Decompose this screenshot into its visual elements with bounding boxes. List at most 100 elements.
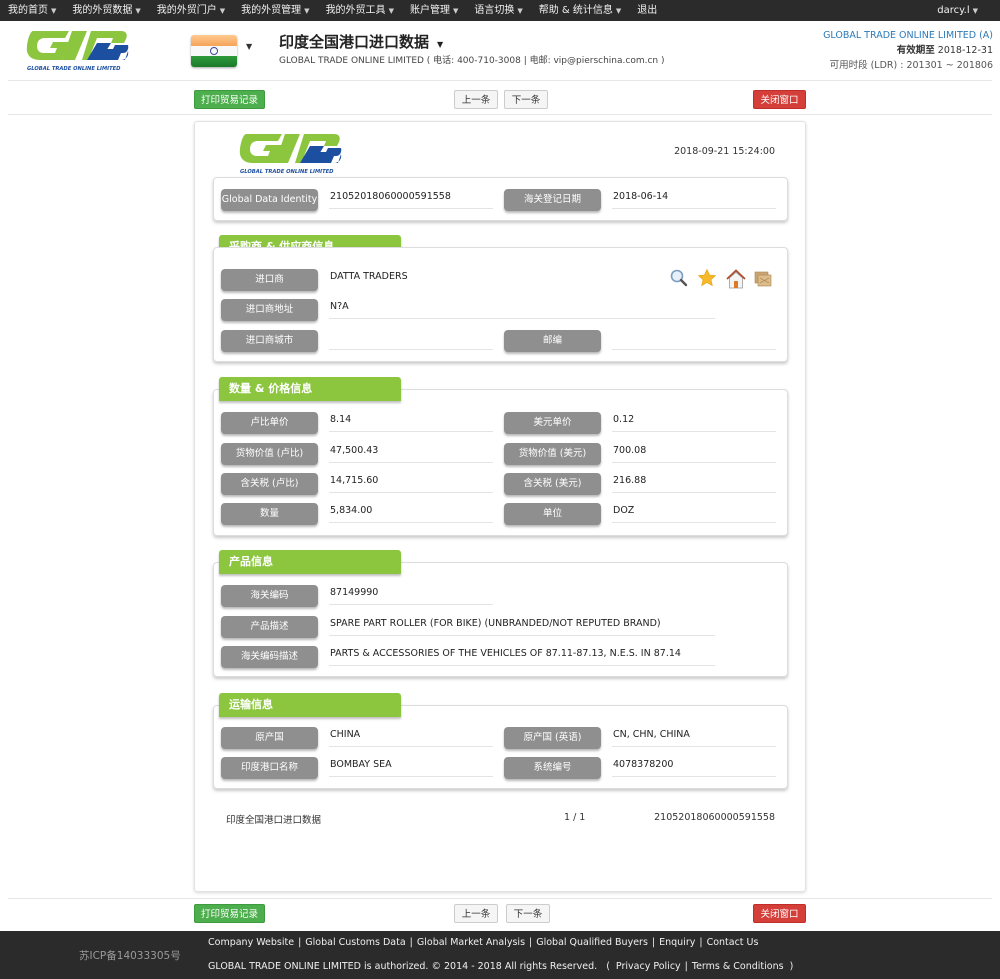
nav-item-logout[interactable]: 退出 [629,0,665,21]
field-label-hs-code: 海关编码 [221,585,318,607]
valid-until-label: 有效期至 [896,45,935,56]
contact-info: GLOBAL TRADE ONLINE LIMITED ( 电话: 400-71… [279,56,665,66]
gto-logo: GLOBAL TRADE ONLINE LIMITED [239,134,342,175]
separator: | [699,937,703,948]
footer-link-terms-conditions[interactable]: Terms & Conditions [692,961,784,972]
record-card: GLOBAL TRADE ONLINE LIMITED 2018-09-21 1… [194,121,806,892]
caret-down-icon: ▼ [304,6,310,15]
copyright-text: GLOBAL TRADE ONLINE LIMITED is authorize… [208,961,598,972]
footer-link-global-qualified-buyers[interactable]: Global Qualified Buyers [536,937,648,948]
field-label-inr-value: 货物价值 (卢比) [221,443,318,465]
nav-item-trade-tools[interactable]: 我的外贸工具 ▼ [318,0,402,22]
record-pager: 1 / 1 [564,812,586,823]
field-label-inr-duty: 含关税 (卢比) [221,473,318,495]
close-window-button[interactable]: 关闭窗口 [753,90,806,109]
caret-down-icon: ▼ [388,6,394,15]
next-record-button-bottom[interactable]: 下一条 [506,904,550,923]
footer-link-enquiry[interactable]: Enquiry [659,937,695,948]
valid-until-date: 2018-12-31 [937,45,993,56]
caret-down-icon: ▼ [452,6,459,15]
field-label-unit: 单位 [504,503,601,525]
caret-down-icon: ▼ [517,6,523,15]
footer-link-company-website[interactable]: Company Website [208,937,294,948]
nav-label: 语言切换 [474,4,515,16]
field-value-usd-duty: 216.88 [612,471,776,493]
user-menu[interactable]: darcy.l ▼ [929,0,1000,22]
nav-label: 退出 [637,5,658,16]
page-header: GLOBAL TRADE ONLINE LIMITED ▼ 印度全国港口进口数据… [0,21,1000,79]
field-label-quantity: 数量 [221,503,318,525]
field-value-inr-duty: 14,715.60 [329,471,493,493]
nav-label: 帮助 & 统计信息 [538,4,613,16]
field-value-hs-description: PARTS & ACCESSORIES OF THE VEHICLES OF 8… [329,644,715,666]
copyright: GLOBAL TRADE ONLINE LIMITED is authorize… [208,961,799,972]
account-info: GLOBAL TRADE ONLINE LIMITED (A) 有效期至 201… [823,28,993,73]
separator: | [684,961,688,972]
nav-label: 我的外贸门户 [156,4,217,16]
folder-icon[interactable] [753,268,773,288]
nav-label: 我的外贸数据 [72,4,133,16]
country-dropdown-caret-icon[interactable]: ▼ [246,42,252,51]
separator: | [529,937,533,948]
field-label-indian-port: 印度港口名称 [221,757,318,779]
transport-panel: 原产国 CHINA 原产国 (英语) CN, CHN, CHINA 印度港口名称… [213,705,788,789]
print-record-button[interactable]: 打印贸易记录 [194,90,265,109]
footer-link-global-market-analysis[interactable]: Global Market Analysis [417,937,525,948]
field-label-gdi: Global Data Identity [221,189,318,211]
field-label-origin-country-en: 原产国 (英语) [504,727,601,749]
logo-text: GLOBAL TRADE ONLINE LIMITED [27,66,121,72]
field-label-customs-date: 海关登记日期 [504,189,601,211]
field-label-usd-unit-price: 美元单价 [504,412,601,434]
previous-record-button[interactable]: 上一条 [454,90,498,109]
toolbar-divider [8,114,992,115]
paren-close: ) [789,961,794,972]
dataset-title[interactable]: 印度全国港口进口数据 ▼ [279,31,443,52]
field-value-importer-address: N?A [329,297,715,319]
star-icon[interactable] [697,268,717,288]
importer-actions [669,268,773,289]
bottom-toolbar-divider [8,898,992,899]
field-value-usd-value: 700.08 [612,441,776,463]
nav-label: 账户管理 [409,4,450,16]
field-value-gdi: 21052018060000591558 [329,187,493,209]
print-record-button-bottom[interactable]: 打印贸易记录 [194,904,265,923]
footer-links: Company Website | Global Customs Data | Glob… [208,937,758,948]
previous-record-button-bottom[interactable]: 上一条 [454,904,498,923]
field-value-customs-date: 2018-06-14 [612,187,776,209]
field-label-importer-city: 进口商城市 [221,330,318,352]
product-panel: 海关编码 87149990 产品描述 SPARE PART ROLLER (FO… [213,562,788,677]
identity-panel: Global Data Identity 2105201806000059155… [213,177,788,221]
record-footer-id: 21052018060000591558 [654,812,775,823]
nav-item-home[interactable]: 我的首页 ▼ [0,0,64,22]
footer-link-contact-us[interactable]: Contact Us [707,937,759,948]
footer-link-global-customs-data[interactable]: Global Customs Data [305,937,405,948]
nav-label: 我的外贸工具 [325,4,386,16]
field-value-origin-country: CHINA [329,725,493,747]
valid-until: 有效期至 2018-12-31 [823,43,993,58]
close-window-button-bottom[interactable]: 关闭窗口 [753,904,806,923]
field-value-unit: DOZ [612,501,776,523]
next-record-button[interactable]: 下一条 [504,90,548,109]
nav-item-trade-portal[interactable]: 我的外贸门户 ▼ [149,0,233,22]
nav-item-language[interactable]: 语言切换 ▼ [466,0,530,22]
username: darcy.l [937,4,970,16]
field-label-usd-duty: 含关税 (美元) [504,473,601,495]
india-flag-icon[interactable] [191,35,237,67]
footer-link-privacy-policy[interactable]: Privacy Policy [616,961,681,972]
nav-item-help-stats[interactable]: 帮助 & 统计信息 ▼ [531,0,630,22]
gto-logo[interactable]: GLOBAL TRADE ONLINE LIMITED [25,29,130,73]
field-label-system-number: 系统编号 [504,757,601,779]
nav-label: 我的外贸管理 [241,4,302,16]
field-value-quantity: 5,834.00 [329,501,493,523]
nav-label: 我的首页 [8,4,48,16]
nav-item-trade-data[interactable]: 我的外贸数据 ▼ [64,0,148,22]
paren-open: ( [606,961,610,972]
record-timestamp: 2018-09-21 15:24:00 [674,146,775,157]
nav-item-trade-management[interactable]: 我的外贸管理 ▼ [233,0,317,22]
field-label-zip: 邮编 [504,330,601,352]
nav-item-account[interactable]: 账户管理 ▼ [402,0,466,22]
home-icon[interactable] [725,268,746,289]
separator: | [651,937,656,948]
search-icon[interactable] [669,268,689,288]
field-value-origin-country-en: CN, CHN, CHINA [612,725,776,747]
